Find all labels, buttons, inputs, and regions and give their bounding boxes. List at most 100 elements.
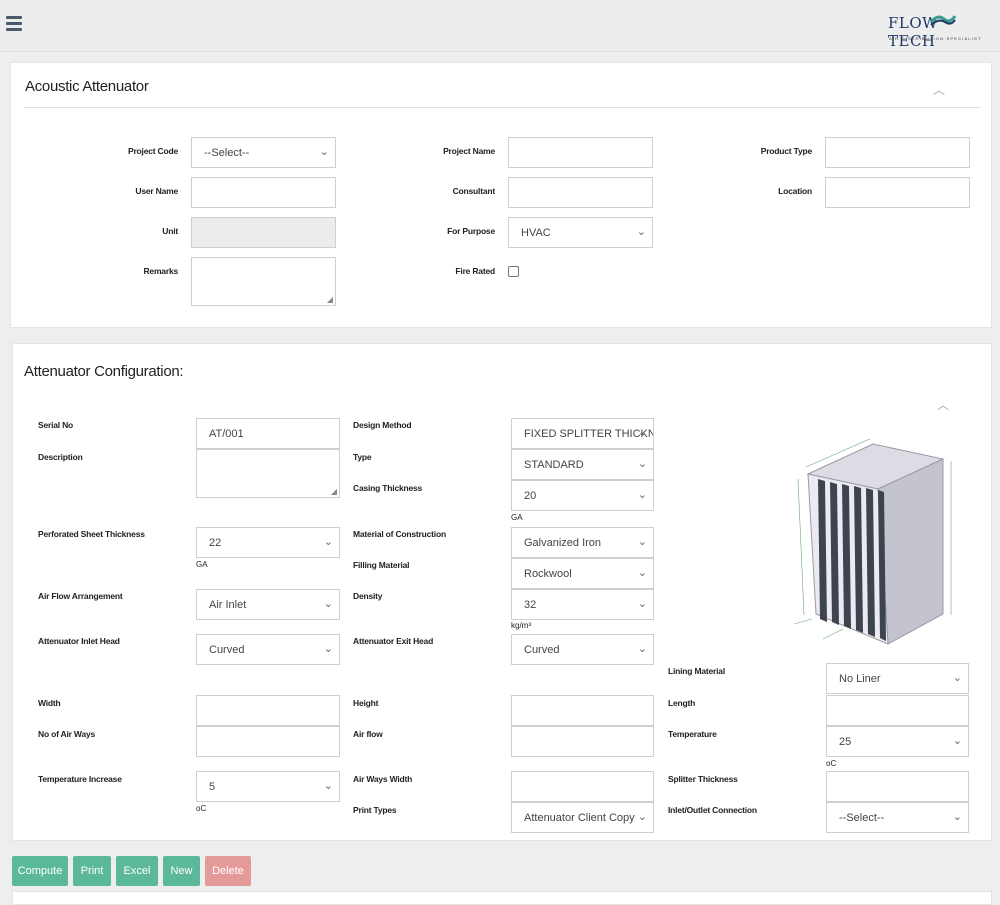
for-purpose-select[interactable]: HVAC xyxy=(508,217,653,248)
air-flow-arrangement-select[interactable]: Air Inlet xyxy=(196,589,340,620)
resize-handle-icon[interactable]: ◢ xyxy=(327,295,333,304)
label-fire-rated: Fire Rated xyxy=(455,266,495,276)
label-project-name: Project Name xyxy=(443,146,495,156)
type-select[interactable]: STANDARD xyxy=(511,449,654,480)
menu-icon[interactable] xyxy=(6,16,22,32)
material-of-construction-select[interactable]: Galvanized Iron xyxy=(511,527,654,558)
attenuator-diagram xyxy=(793,439,952,645)
consultant-input[interactable] xyxy=(508,177,653,208)
project-code-value: --Select-- xyxy=(204,146,250,159)
filling-material-select[interactable]: Rockwool xyxy=(511,558,654,589)
label-air-flow: Air flow xyxy=(353,729,383,739)
label-density: Density xyxy=(353,591,383,601)
attenuator-inlet-head-select[interactable]: Curved xyxy=(196,634,340,665)
new-button[interactable]: New xyxy=(163,856,200,886)
design-method-select[interactable]: FIXED SPLITTER THICKNESS xyxy=(511,418,654,449)
label-print-types: Print Types xyxy=(353,805,397,815)
label-temperature: Temperature xyxy=(668,729,717,739)
product-type-input[interactable] xyxy=(825,137,970,168)
design-method-value: FIXED SPLITTER THICKNESS xyxy=(524,427,653,440)
perforated-sheet-thickness-select[interactable]: 22 xyxy=(196,527,340,558)
label-attenuator-inlet-head: Attenuator Inlet Head xyxy=(38,636,120,646)
label-inlet-outlet-connection: Inlet/Outlet Connection xyxy=(668,805,757,815)
serial-no-value: AT/001 xyxy=(209,427,244,440)
filling-material-value: Rockwool xyxy=(524,567,572,580)
perforated-sheet-thickness-value: 22 xyxy=(209,536,222,549)
project-name-input[interactable] xyxy=(508,137,653,168)
resize-handle-icon[interactable]: ◢ xyxy=(331,487,337,496)
label-remarks: Remarks xyxy=(143,266,178,276)
collapse-icon[interactable]: ︿ xyxy=(937,396,949,412)
temperature-increase-select[interactable]: 5 xyxy=(196,771,340,802)
label-length: Length xyxy=(668,698,696,708)
label-splitter-thickness: Splitter Thickness xyxy=(668,774,738,784)
user-name-input[interactable] xyxy=(191,177,336,208)
attenuator-inlet-head-value: Curved xyxy=(209,643,245,656)
label-width: Width xyxy=(38,698,61,708)
label-casing-thickness: Casing Thickness xyxy=(353,483,423,493)
label-height: Height xyxy=(353,698,379,708)
results-panel xyxy=(12,891,992,905)
temperature-value: 25 xyxy=(839,735,852,748)
print-types-select[interactable]: Attenuator Client Copy xyxy=(511,802,654,833)
label-for-purpose: For Purpose xyxy=(447,226,495,236)
for-purpose-value: HVAC xyxy=(521,226,551,239)
remarks-textarea[interactable]: ◢ xyxy=(191,257,336,306)
logo-swoosh-icon xyxy=(930,15,956,26)
label-consultant: Consultant xyxy=(452,186,496,196)
compute-button[interactable]: Compute xyxy=(12,856,68,886)
unit-ga: GA xyxy=(196,560,208,569)
width-input[interactable] xyxy=(196,695,340,726)
lining-material-value: No Liner xyxy=(839,672,881,685)
unit-input xyxy=(191,217,336,248)
splitter-thickness-input[interactable] xyxy=(826,771,969,802)
unit-oc: oC xyxy=(826,759,837,768)
type-value: STANDARD xyxy=(524,458,584,471)
label-location: Location xyxy=(778,186,812,196)
delete-button[interactable]: Delete xyxy=(205,856,251,886)
label-air-ways-width: Air Ways Width xyxy=(353,774,413,784)
unit-oc: oC xyxy=(196,804,207,813)
label-design-method: Design Method xyxy=(353,420,412,430)
casing-thickness-select[interactable]: 20 xyxy=(511,480,654,511)
flowtech-logo: FLOW TECH AIR DISTRIBUTION SPECIALIST xyxy=(886,8,986,50)
label-perforated-sheet-thickness: Perforated Sheet Thickness xyxy=(38,529,145,539)
project-code-select[interactable]: --Select-- xyxy=(191,137,336,168)
excel-button[interactable]: Excel xyxy=(116,856,158,886)
label-lining-material: Lining Material xyxy=(668,666,725,676)
attenuator-exit-head-select[interactable]: Curved xyxy=(511,634,654,665)
serial-no-input[interactable]: AT/001 xyxy=(196,418,340,449)
print-button[interactable]: Print xyxy=(73,856,111,886)
label-description: Description xyxy=(38,452,83,462)
panel-title: Acoustic Attenuator xyxy=(25,78,149,95)
air-ways-width-input[interactable] xyxy=(511,771,654,802)
fire-rated-checkbox[interactable] xyxy=(508,266,519,277)
temperature-increase-value: 5 xyxy=(209,780,216,793)
temperature-select[interactable]: 25 xyxy=(826,726,969,757)
print-types-value: Attenuator Client Copy xyxy=(524,811,635,824)
project-panel: Acoustic Attenuator ︿ Project Code --Sel… xyxy=(10,62,992,328)
length-input[interactable] xyxy=(826,695,969,726)
location-input[interactable] xyxy=(825,177,970,208)
density-value: 32 xyxy=(524,598,537,611)
label-user-name: User Name xyxy=(135,186,178,196)
label-product-type: Product Type xyxy=(760,146,812,156)
label-air-flow-arrangement: Air Flow Arrangement xyxy=(38,591,123,601)
label-material-of-construction: Material of Construction xyxy=(353,529,446,539)
collapse-icon[interactable]: ︿ xyxy=(933,81,945,97)
panel-title: Attenuator Configuration: xyxy=(24,363,184,380)
density-select[interactable]: 32 xyxy=(511,589,654,620)
label-temperature-increase: Temperature Increase xyxy=(38,774,122,784)
unit-density: kg/m³ xyxy=(511,621,531,630)
label-type: Type xyxy=(353,452,372,462)
label-project-code: Project Code xyxy=(127,146,178,156)
attenuator-exit-head-value: Curved xyxy=(524,643,560,656)
logo-subtitle: AIR DISTRIBUTION SPECIALIST xyxy=(889,36,982,41)
air-flow-input[interactable] xyxy=(511,726,654,757)
description-textarea[interactable]: ◢ xyxy=(196,449,340,498)
lining-material-select[interactable]: No Liner xyxy=(826,663,969,694)
configuration-panel: Attenuator Configuration: ︿ Serial No AT… xyxy=(12,343,992,841)
no-of-air-ways-input[interactable] xyxy=(196,726,340,757)
height-input[interactable] xyxy=(511,695,654,726)
inlet-outlet-connection-select[interactable]: --Select-- xyxy=(826,802,969,833)
